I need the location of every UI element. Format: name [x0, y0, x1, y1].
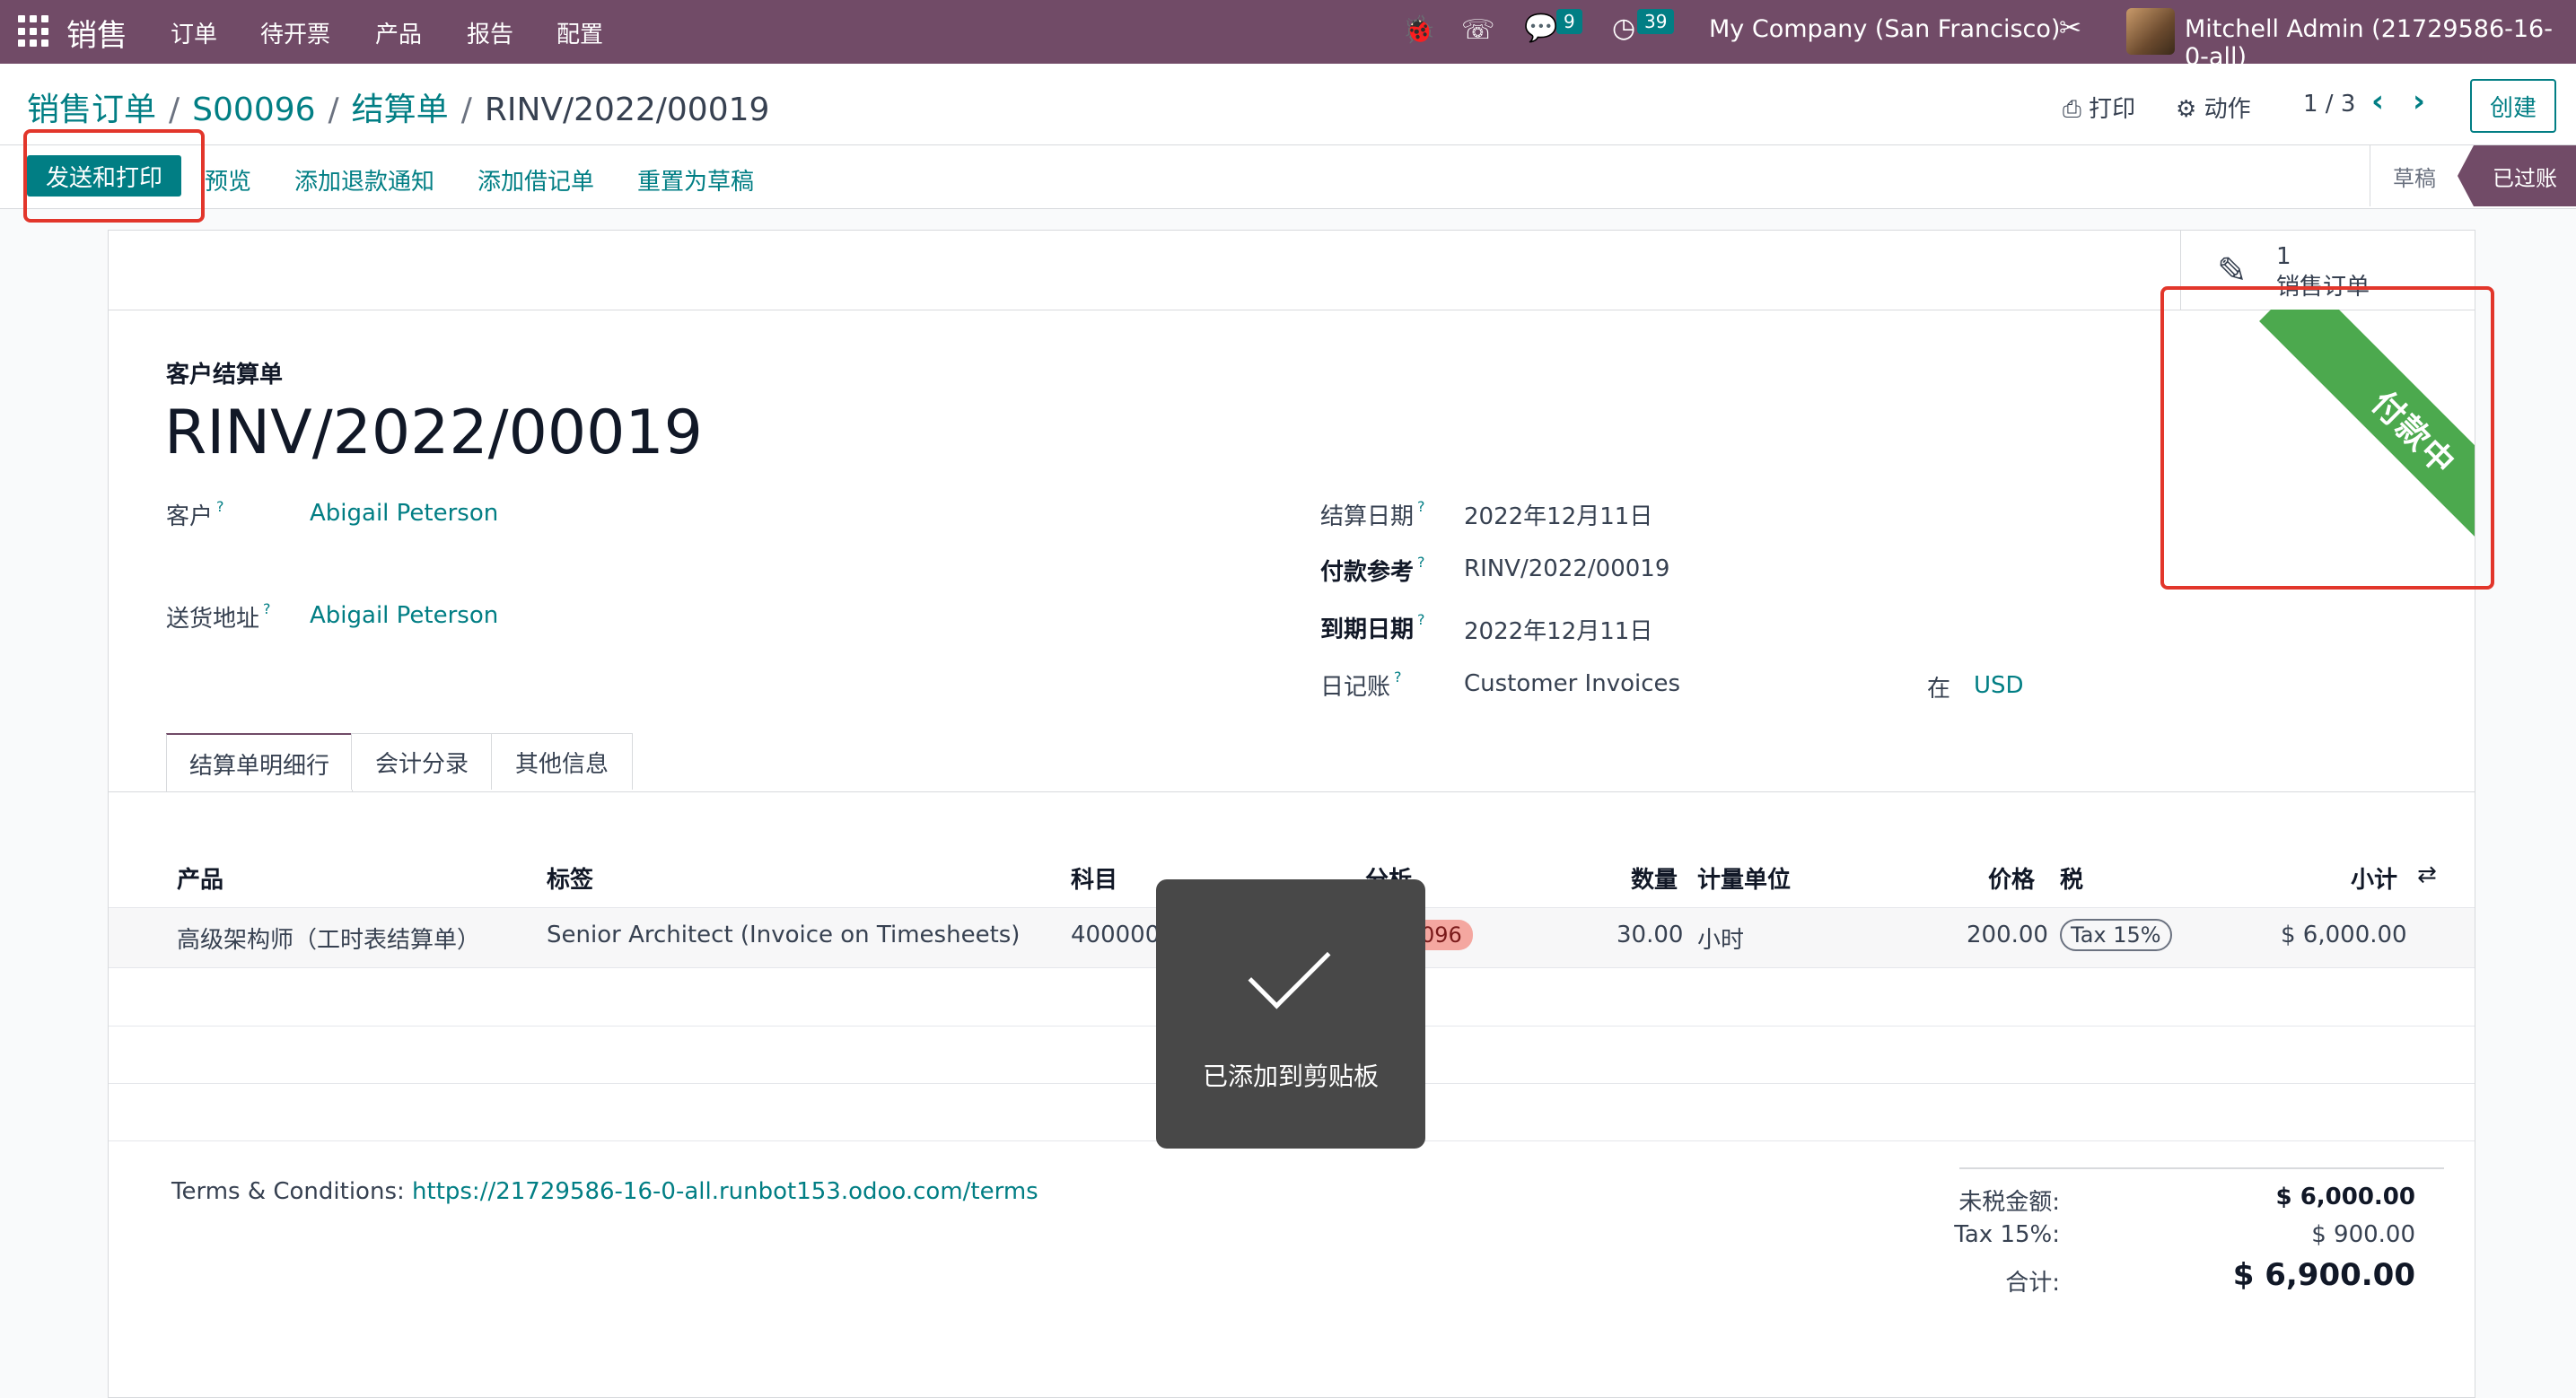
action-button[interactable]: ⚙ 动作 — [2176, 91, 2251, 124]
terms-and-conditions: Terms & Conditions: https://21729586-16-… — [171, 1178, 1038, 1205]
smart-button-box: ✎ 1 销售订单 — [109, 231, 2475, 310]
row-product[interactable]: 高级架构师（工时表结算单） — [177, 922, 480, 955]
payment-reference-field[interactable]: RINV/2022/00019 — [1464, 555, 1669, 582]
user-avatar[interactable] — [2126, 8, 2175, 55]
col-tax[interactable]: 税 — [2060, 861, 2083, 895]
clipboard-toast: 已添加到剪贴板 — [1156, 879, 1425, 1149]
add-debit-note-button[interactable]: 添加借记单 — [478, 163, 594, 197]
messages-chat-icon[interactable]: 💬 — [1524, 13, 1557, 44]
toast-message: 已添加到剪贴板 — [1202, 1062, 1379, 1091]
messages-count-badge: 9 — [1556, 9, 1582, 34]
optional-columns-icon[interactable]: ⇄ — [2417, 861, 2437, 888]
breadcrumb-current: RINV/2022/00019 — [484, 92, 770, 128]
highlight-box-send-print — [23, 129, 205, 223]
col-uom[interactable]: 计量单位 — [1697, 861, 1791, 895]
journal-field[interactable]: Customer Invoices — [1464, 670, 1680, 697]
create-button[interactable]: 创建 — [2470, 79, 2556, 133]
due-date-field[interactable]: 2022年12月11日 — [1464, 613, 1652, 646]
action-label: 动作 — [2204, 96, 2251, 123]
stage-posted: 已过账 — [2458, 145, 2576, 206]
total-value: $ 6,900.00 — [2232, 1257, 2415, 1293]
highlight-box-ribbon — [2160, 286, 2494, 590]
breadcrumb-invoices[interactable]: 结算单 — [352, 92, 449, 128]
col-label[interactable]: 标签 — [547, 861, 593, 895]
menu-products[interactable]: 产品 — [375, 16, 422, 49]
breadcrumb: 销售订单 / S00096/结算单 / RINV/2022/00019 — [27, 92, 770, 128]
pager-next-icon[interactable]: › — [2413, 83, 2425, 119]
terms-link[interactable]: https://21729586-16-0-all.runbot153.odoo… — [412, 1178, 1038, 1205]
terms-label: Terms & Conditions: — [171, 1178, 413, 1205]
customer-label: 客户? — [166, 498, 224, 530]
due-date-label: 到期日期? — [1320, 611, 1425, 643]
menu-reporting[interactable]: 报告 — [467, 16, 513, 49]
status-bar: 发送和打印 预览 添加退款通知 添加借记单 重置为草稿 草稿 已过账 — [0, 129, 2576, 223]
checkmark-icon — [1248, 926, 1331, 1009]
row-tax-tag[interactable]: Tax 15% — [2060, 919, 2172, 951]
row-label[interactable]: Senior Architect (Invoice on Timesheets) — [547, 922, 1020, 948]
print-icon: ⎙ — [2063, 96, 2081, 123]
app-name[interactable]: 销售 — [66, 11, 127, 55]
journal-label: 日记账? — [1320, 668, 1402, 701]
activity-clock-icon[interactable]: ◷ — [1612, 13, 1635, 44]
row-account[interactable]: 400000 — [1071, 922, 1160, 948]
currency-field[interactable]: USD — [1974, 672, 2024, 699]
preview-button[interactable]: 预览 — [205, 163, 251, 197]
invoice-number-title: RINV/2022/00019 — [164, 398, 703, 468]
tax-amount-value: $ 900.00 — [2311, 1221, 2415, 1248]
breadcrumb-sales-orders[interactable]: 销售订单 — [27, 92, 156, 128]
menu-orders[interactable]: 订单 — [171, 16, 217, 49]
tab-journal-items[interactable]: 会计分录 — [351, 733, 493, 790]
untaxed-amount-value: $ 6,000.00 — [2275, 1184, 2415, 1210]
user-menu[interactable]: Mitchell Admin (21729586-16-0-all) — [2185, 15, 2576, 71]
form-sheet: ✎ 1 销售订单 付款中 客户结算单 RINV/2022/00019 客户? A… — [108, 230, 2494, 1398]
delivery-address-field[interactable]: Abigail Peterson — [310, 602, 498, 629]
tools-icon[interactable]: ✂ — [2059, 13, 2081, 44]
apps-menu-icon[interactable] — [18, 15, 50, 48]
invoice-date-label: 结算日期? — [1320, 498, 1425, 530]
company-switcher[interactable]: My Company (San Francisco) — [1709, 15, 2060, 43]
delivery-address-label: 送货地址? — [166, 600, 271, 633]
untaxed-amount-label: 未税金额: — [1958, 1189, 2060, 1216]
col-account[interactable]: 科目 — [1071, 861, 1117, 895]
menu-configuration[interactable]: 配置 — [556, 16, 603, 49]
phone-icon[interactable]: ☏ — [1461, 14, 1495, 46]
reset-to-draft-button[interactable]: 重置为草稿 — [637, 163, 754, 197]
activities-count-badge: 39 — [1637, 9, 1675, 34]
menu-to-invoice[interactable]: 待开票 — [260, 16, 330, 49]
pager-value[interactable]: 1 / 3 — [2303, 91, 2355, 118]
pager-previous-icon[interactable]: ‹ — [2371, 83, 2384, 119]
top-navbar: 销售 订单 待开票 产品 报告 配置 🐞 ☏ 💬 9 ◷ 39 My Compa… — [0, 0, 2576, 71]
row-subtotal: $ 6,000.00 — [2281, 922, 2407, 948]
tab-invoice-lines[interactable]: 结算单明细行 — [166, 733, 353, 792]
invoice-date-field[interactable]: 2022年12月11日 — [1464, 498, 1652, 531]
col-quantity[interactable]: 数量 — [1631, 861, 1678, 895]
col-product[interactable]: 产品 — [177, 861, 223, 895]
col-subtotal[interactable]: 小计 — [2351, 861, 2397, 895]
gear-icon: ⚙ — [2176, 96, 2197, 123]
smart-button-value: 1 — [2276, 243, 2291, 270]
customer-field[interactable]: Abigail Peterson — [310, 500, 498, 527]
payment-reference-label: 付款参考? — [1320, 554, 1425, 586]
stage-draft: 草稿 — [2370, 145, 2458, 206]
tax-amount-label: Tax 15%: — [1954, 1221, 2060, 1248]
print-label: 打印 — [2089, 96, 2136, 123]
tabs-divider — [109, 791, 2475, 792]
debug-bug-icon[interactable]: 🐞 — [1402, 14, 1435, 46]
currency-in-label: 在 — [1927, 676, 1951, 703]
row-price[interactable]: 200.00 — [1967, 922, 2048, 948]
total-label: 合计: — [2005, 1270, 2060, 1297]
totals-divider — [1959, 1167, 2444, 1169]
tab-other-info[interactable]: 其他信息 — [491, 733, 633, 790]
row-uom[interactable]: 小时 — [1697, 922, 1744, 955]
add-credit-note-button[interactable]: 添加退款通知 — [294, 163, 434, 197]
col-price[interactable]: 价格 — [1988, 861, 2035, 895]
row-quantity[interactable]: 30.00 — [1617, 922, 1683, 948]
move-type-label: 客户结算单 — [166, 362, 284, 389]
breadcrumb-order[interactable]: S00096 — [192, 92, 315, 128]
print-button[interactable]: ⎙ 打印 — [2063, 91, 2135, 124]
